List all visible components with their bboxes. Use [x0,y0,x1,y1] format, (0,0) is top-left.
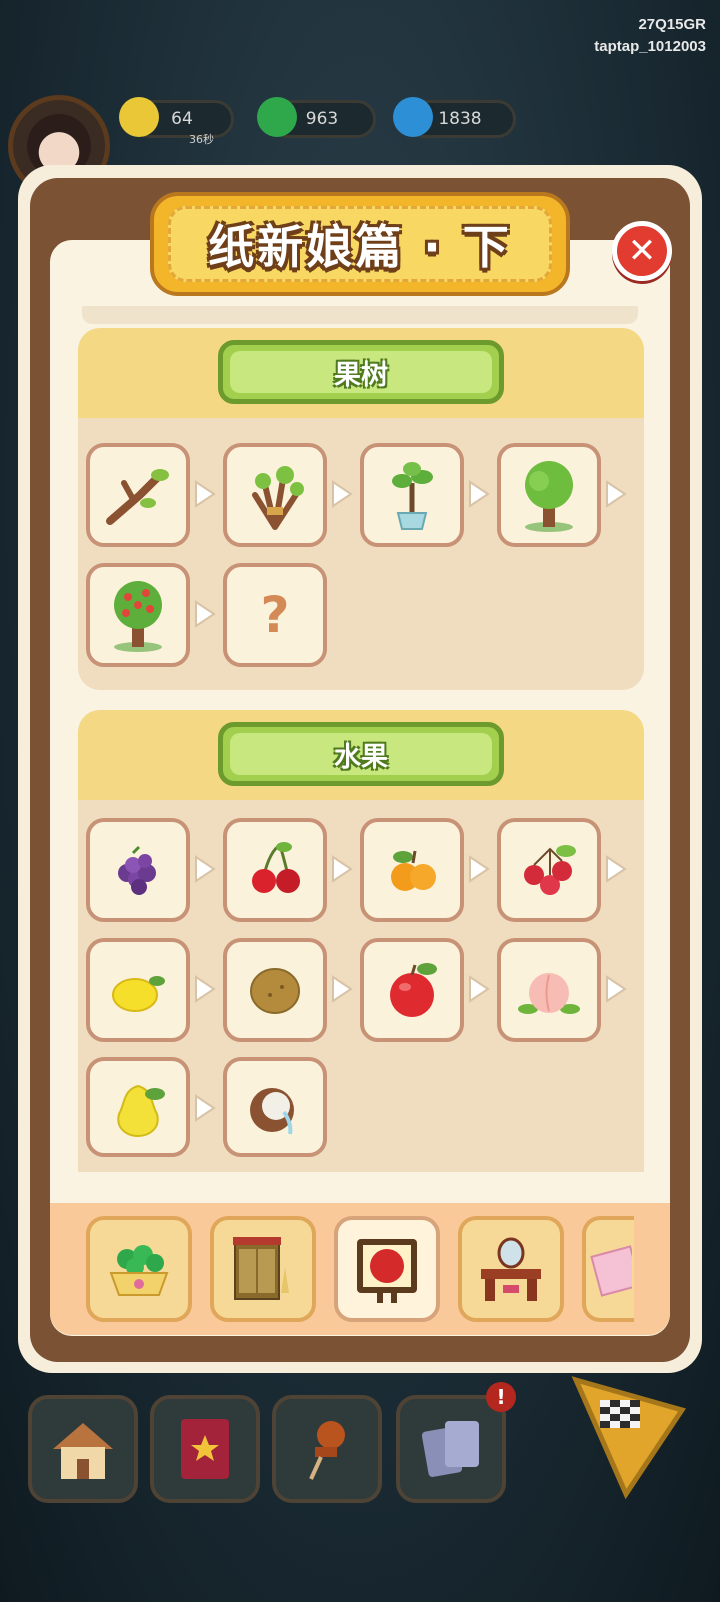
lemon-icon [112,976,165,1012]
mulberry-icon [118,845,156,895]
home-icon [53,1423,113,1479]
item-quince[interactable] [86,1057,190,1157]
wardrobe-icon [233,1237,289,1300]
apple-icon [390,963,437,1017]
flame-counter[interactable]: 1838 [393,97,516,138]
chevron-right-icon [195,975,216,1003]
peach-icon [518,973,580,1014]
chevron-right-icon [195,855,216,883]
item-leafy-tree[interactable] [497,443,601,547]
close-icon: ✕ [627,231,657,271]
chevron-right-icon [469,855,490,883]
watermark-line1: 27Q15GR [638,16,706,33]
item-peach[interactable] [497,938,601,1042]
item-cherry[interactable] [223,818,327,922]
item-mulberry[interactable] [86,818,190,922]
cherry-icon [252,842,300,893]
home-button[interactable] [28,1395,138,1503]
fruit-tree-icon [114,581,162,652]
item-potted-sapling[interactable] [360,443,464,547]
chevron-right-icon [606,480,627,508]
item-kiwi[interactable] [223,938,327,1042]
panel-title: 纸新娘篇 · 下 [208,220,512,274]
chevron-right-icon [606,855,627,883]
chevron-right-icon [332,855,353,883]
item-hawthorn[interactable] [497,818,601,922]
item-lemon[interactable] [86,938,190,1042]
coin-value: 963 [305,109,339,129]
leafy-tree-icon [525,461,573,532]
bundled-branches-icon [252,466,304,530]
section-tab: 果树 [218,340,504,404]
kiwi-icon [250,968,300,1014]
coin-counter[interactable]: 963 [257,97,376,138]
chevron-right-icon [606,975,627,1003]
item-coconut[interactable] [223,1057,327,1157]
jade-coin-icon [257,97,297,137]
hawthorn-icon [524,845,576,895]
tab-gift-box[interactable] [582,1216,634,1322]
book-button[interactable] [150,1395,260,1503]
jade-bowl-icon [109,1245,169,1296]
tab-wardrobe[interactable] [210,1216,316,1322]
tab-wedding-plaque[interactable] [334,1216,440,1322]
watermark-line2: taptap_1012003 [594,38,706,55]
notification-badge: ! [486,1382,516,1412]
title-banner: 纸新娘篇 · 下 [150,192,570,296]
item-unknown[interactable]: ? [223,563,327,667]
gift-box-icon [590,1245,632,1297]
energy-value: 64 [171,109,193,129]
quince-icon [117,1084,165,1138]
close-button[interactable]: ✕ [612,221,672,281]
merge-board-button[interactable] [566,1370,692,1500]
section-title: 果树 [334,359,388,391]
book-icon [181,1419,229,1479]
scroll-track [82,306,638,324]
cards-button[interactable] [396,1395,506,1503]
chevron-right-icon [469,975,490,1003]
chevron-right-icon [332,975,353,1003]
section-title: 水果 [334,741,388,773]
section-tab: 水果 [218,722,504,786]
blue-flame-icon [393,97,433,137]
pin-button[interactable] [272,1395,382,1503]
item-apple[interactable] [360,938,464,1042]
energy-counter[interactable]: 64 36秒 [119,97,234,146]
chevron-right-icon [195,1094,216,1122]
chevron-right-icon [469,480,490,508]
watermark: 27Q15GR taptap_1012003 [594,14,706,58]
tab-vanity-table[interactable] [458,1216,564,1322]
item-branch[interactable] [86,443,190,547]
orange-icon [391,850,436,891]
vanity-table-icon [481,1237,541,1301]
flame-value: 1838 [438,109,482,129]
item-orange[interactable] [360,818,464,922]
chevron-right-icon [195,480,216,508]
coconut-icon [250,1088,294,1135]
energy-timer: 36秒 [189,133,214,146]
wedding-plaque-icon [357,1239,417,1303]
tab-jade-bowl[interactable] [86,1216,192,1322]
item-fruit-tree[interactable] [86,563,190,667]
branch-icon [106,469,169,525]
potted-sapling-icon [392,462,433,530]
unknown-item-icon: ? [260,586,290,644]
pushpin-icon [309,1421,345,1480]
chevron-right-icon [195,600,216,628]
lightning-icon [119,97,159,137]
cards-icon [421,1421,479,1477]
chevron-right-icon [332,480,353,508]
checkerboard-icon [600,1400,640,1428]
item-bundled-branches[interactable] [223,443,327,547]
